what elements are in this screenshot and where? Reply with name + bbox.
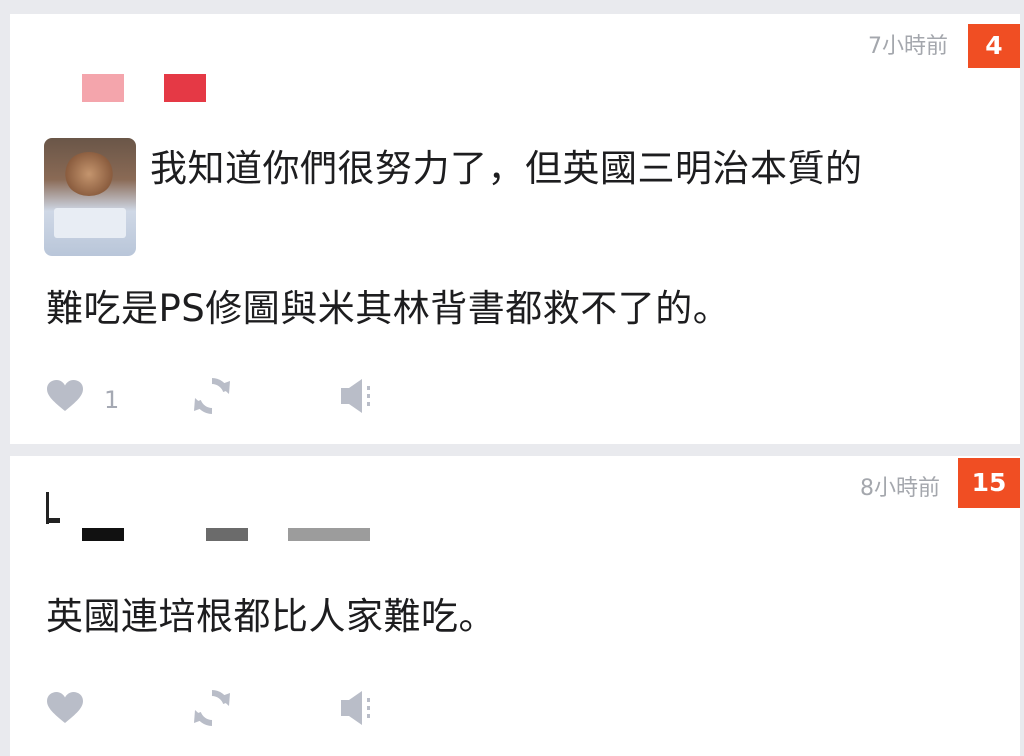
report-button[interactable] bbox=[338, 376, 378, 416]
comment-actions bbox=[46, 688, 378, 728]
like-button[interactable]: 1 bbox=[46, 378, 192, 414]
report-button[interactable] bbox=[338, 688, 378, 728]
comment-timestamp: 8小時前 bbox=[860, 476, 940, 501]
refresh-icon bbox=[194, 378, 230, 414]
comment-text: 英國連培根都比人家難吃。 bbox=[46, 595, 496, 638]
comment-timestamp: 7小時前 bbox=[868, 34, 948, 59]
heart-icon bbox=[47, 380, 83, 411]
speaker-icon bbox=[341, 691, 370, 725]
comment-text-line-1: 我知道你們很努力了，但英國三明治本質的 bbox=[150, 147, 863, 190]
like-button[interactable] bbox=[46, 691, 192, 725]
score-badge: 4 bbox=[968, 24, 1020, 68]
score-badge: 15 bbox=[958, 458, 1020, 508]
share-button[interactable] bbox=[192, 688, 338, 728]
comment-card: 8小時前 15 英國連培根都比人家難吃。 bbox=[10, 456, 1020, 756]
avatar[interactable] bbox=[44, 138, 136, 256]
comment-text-line-2: 難吃是PS修圖與米其林背書都救不了的。 bbox=[46, 287, 731, 330]
refresh-icon bbox=[194, 690, 230, 726]
comment-card: 7小時前 4 我知道你們很努力了，但英國三明治本質的 難吃是PS修圖與米其林背書… bbox=[10, 14, 1020, 444]
speaker-icon bbox=[341, 379, 370, 413]
comment-actions: 1 bbox=[46, 376, 378, 416]
heart-icon bbox=[47, 692, 83, 723]
share-button[interactable] bbox=[192, 376, 338, 416]
like-count: 1 bbox=[104, 386, 120, 414]
